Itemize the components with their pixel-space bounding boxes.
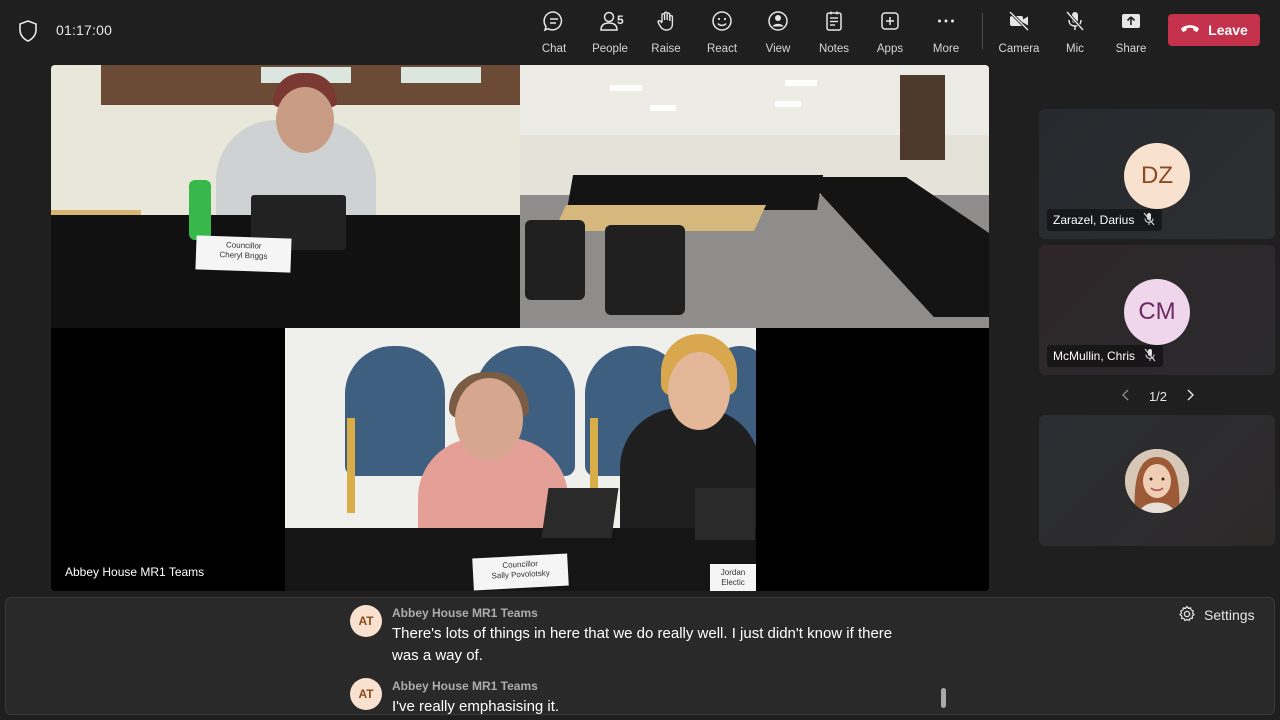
raise-hand-button[interactable]: Raise bbox=[638, 0, 694, 62]
caption-avatar: AT bbox=[350, 678, 382, 710]
nameplate-name: Electic bbox=[721, 578, 745, 587]
stage-participant-name: Abbey House MR1 Teams bbox=[65, 565, 205, 579]
office-chair bbox=[605, 225, 685, 315]
leave-label: Leave bbox=[1208, 22, 1248, 38]
ceiling-light bbox=[785, 80, 817, 86]
participant-name-tag: Zarazel, Darius bbox=[1047, 209, 1163, 231]
shield-icon[interactable] bbox=[18, 20, 38, 42]
toolbar-divider bbox=[982, 13, 983, 49]
hang-up-icon bbox=[1180, 21, 1200, 40]
meeting-timer: 01:17:00 bbox=[56, 22, 113, 38]
notes-label: Notes bbox=[818, 43, 850, 55]
mic-muted-icon bbox=[1142, 212, 1156, 229]
chat-button[interactable]: Chat bbox=[526, 0, 582, 62]
self-video-tile[interactable] bbox=[1039, 415, 1275, 546]
chair-leg bbox=[347, 418, 355, 513]
meeting-top-bar: 01:17:00 Chat 5 People Raise React View … bbox=[0, 0, 1280, 62]
share-button[interactable]: Share bbox=[1103, 0, 1159, 62]
avatar: DZ bbox=[1124, 143, 1190, 209]
smiley-icon bbox=[711, 10, 733, 37]
participant-name-tag: McMullin, Chris bbox=[1047, 345, 1164, 367]
camera-label: Camera bbox=[998, 43, 1040, 55]
video-feed-councillor-desk: Councillor Cheryl Briggs bbox=[51, 65, 520, 328]
leave-button[interactable]: Leave bbox=[1168, 14, 1260, 46]
main-video-stage[interactable]: Councillor Cheryl Briggs Councillor Sall… bbox=[51, 65, 989, 591]
share-label: Share bbox=[1115, 43, 1147, 55]
water-bottle bbox=[189, 180, 211, 240]
share-screen-icon bbox=[1120, 10, 1142, 37]
window-pane bbox=[401, 67, 481, 83]
video-feed-councillor-sally: Councillor Sally Povolotsky Jordan Elect… bbox=[285, 328, 756, 591]
nameplate-sally-povolotsky: Councillor Sally Povolotsky bbox=[472, 553, 569, 591]
mic-muted-icon bbox=[1143, 348, 1157, 365]
blue-chair bbox=[345, 346, 445, 476]
ceiling-light bbox=[610, 85, 642, 91]
settings-label: Settings bbox=[1204, 607, 1255, 623]
caption-text: I've really emphasising it. bbox=[392, 698, 560, 715]
participant-head bbox=[276, 87, 334, 153]
mic-label: Mic bbox=[1066, 43, 1084, 55]
apps-label: Apps bbox=[876, 43, 904, 55]
view-button[interactable]: View bbox=[750, 0, 806, 62]
office-chair bbox=[525, 220, 585, 300]
view-icon bbox=[767, 10, 789, 37]
caption-speaker: Abbey House MR1 Teams bbox=[392, 606, 538, 620]
ceiling-light bbox=[650, 105, 676, 111]
nameplate-name: Cheryl Briggs bbox=[219, 250, 268, 261]
profile-photo bbox=[1125, 449, 1189, 513]
mic-button[interactable]: Mic bbox=[1047, 0, 1103, 62]
caption-speaker: Abbey House MR1 Teams bbox=[392, 679, 538, 693]
live-captions-panel: AT Abbey House MR1 Teams There's lots of… bbox=[5, 597, 1275, 715]
laptop bbox=[695, 488, 755, 540]
participant-tile-chris[interactable]: CM McMullin, Chris bbox=[1039, 245, 1275, 375]
ceiling-light bbox=[775, 101, 801, 107]
chat-label: Chat bbox=[541, 43, 567, 55]
nameplate-title: Jordan bbox=[720, 568, 746, 577]
hand-icon bbox=[655, 10, 677, 37]
people-button[interactable]: 5 People bbox=[582, 0, 638, 62]
chevron-right-icon[interactable] bbox=[1184, 389, 1196, 404]
caption-text: There's lots of things in here that we d… bbox=[392, 625, 893, 664]
video-feed-meeting-room bbox=[520, 65, 989, 328]
chevron-left-icon[interactable] bbox=[1120, 389, 1132, 404]
gear-icon bbox=[1178, 605, 1196, 626]
room-window bbox=[900, 75, 945, 160]
chat-icon bbox=[543, 10, 565, 37]
participant-pager: 1/2 bbox=[1120, 385, 1196, 407]
laptop bbox=[541, 488, 619, 538]
captions-scrollbar[interactable] bbox=[941, 688, 946, 708]
people-count-badge: 5 bbox=[617, 13, 624, 27]
captions-settings-button[interactable]: Settings bbox=[1178, 605, 1255, 625]
notes-button[interactable]: Notes bbox=[806, 0, 862, 62]
participant-head bbox=[668, 352, 730, 430]
nameplate-partial: Jordan Electic bbox=[710, 564, 756, 591]
apps-button[interactable]: Apps bbox=[862, 0, 918, 62]
caption-avatar: AT bbox=[350, 605, 382, 637]
react-button[interactable]: React bbox=[694, 0, 750, 62]
mic-off-icon bbox=[1064, 10, 1086, 37]
avatar: CM bbox=[1124, 279, 1190, 345]
view-label: View bbox=[765, 43, 791, 55]
add-apps-icon bbox=[879, 10, 901, 37]
meeting-toolbar: Chat 5 People Raise React View Notes App… bbox=[526, 0, 1159, 62]
notes-icon bbox=[823, 10, 845, 37]
raise-label: Raise bbox=[651, 43, 681, 55]
more-button[interactable]: More bbox=[918, 0, 974, 62]
react-label: React bbox=[706, 43, 738, 55]
pager-label: 1/2 bbox=[1148, 388, 1168, 404]
participant-name: McMullin, Chris bbox=[1053, 349, 1136, 363]
nameplate-cheryl-briggs: Councillor Cheryl Briggs bbox=[195, 235, 292, 273]
more-dots-icon bbox=[935, 10, 957, 37]
participant-head bbox=[455, 378, 523, 460]
participant-tile-darius[interactable]: DZ Zarazel, Darius bbox=[1039, 109, 1275, 239]
participant-name: Zarazel, Darius bbox=[1053, 213, 1135, 227]
more-label: More bbox=[932, 43, 960, 55]
people-label: People bbox=[592, 43, 628, 55]
camera-button[interactable]: Camera bbox=[991, 0, 1047, 62]
camera-off-icon bbox=[1008, 10, 1030, 37]
